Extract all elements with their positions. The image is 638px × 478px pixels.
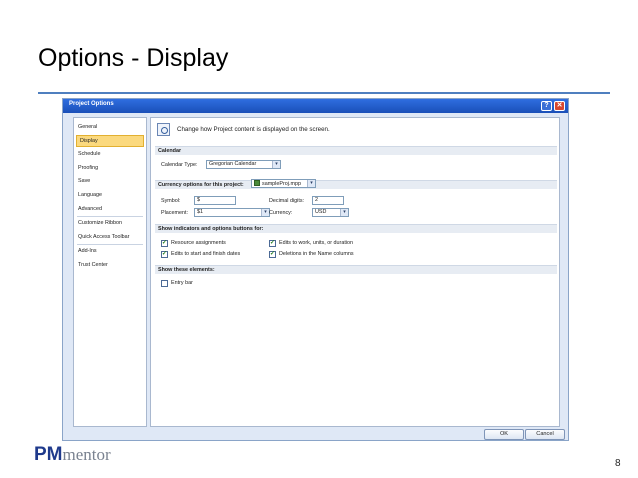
elements-section-header: Show these elements:: [155, 265, 557, 274]
symbol-label: Symbol:: [161, 198, 181, 204]
currency-label: Currency:: [269, 210, 293, 216]
nav-item-general[interactable]: General: [78, 124, 97, 130]
display-magnifier-icon: [157, 123, 170, 136]
nav-item-trust-center[interactable]: Trust Center: [78, 262, 108, 268]
ok-button[interactable]: OK: [484, 429, 524, 440]
dialog-title: Project Options: [69, 101, 114, 107]
nav-item-proofing[interactable]: Proofing: [78, 165, 98, 171]
symbol-field[interactable]: $: [194, 196, 236, 205]
indicators-section-header: Show indicators and options buttons for:: [155, 224, 557, 233]
currency-section-header: Currency options for this project:: [155, 180, 557, 189]
project-file-icon: [254, 180, 260, 186]
checkbox-entry-bar[interactable]: [161, 280, 168, 287]
cancel-button[interactable]: Cancel: [525, 429, 565, 440]
nav-item-display[interactable]: Display: [76, 135, 144, 147]
checkbox-deletions-name-columns[interactable]: ✓: [269, 251, 276, 258]
display-options-panel: Change how Project content is displayed …: [150, 117, 560, 427]
options-nav: General Display Schedule Proofing Save L…: [73, 117, 147, 427]
chevron-down-icon: ▾: [272, 161, 280, 168]
nav-separator: [77, 244, 143, 245]
label-edits-start-finish: Edits to start and finish dates: [171, 251, 241, 257]
nav-item-save[interactable]: Save: [78, 178, 90, 184]
calendar-type-label: Calendar Type:: [161, 162, 198, 168]
decimal-digits-field[interactable]: 2: [312, 196, 344, 205]
nav-item-language[interactable]: Language: [78, 192, 102, 198]
nav-item-add-ins[interactable]: Add-Ins: [78, 248, 97, 254]
nav-item-customize-ribbon[interactable]: Customize Ribbon: [78, 220, 122, 226]
project-options-dialog: Project Options ? ✕ General Display Sche…: [62, 98, 569, 441]
panel-header-text: Change how Project content is displayed …: [177, 126, 330, 133]
title-rule: [38, 92, 610, 94]
nav-separator: [77, 216, 143, 217]
nav-item-quick-access-toolbar[interactable]: Quick Access Toolbar: [78, 234, 129, 240]
chevron-down-icon: ▾: [261, 209, 269, 216]
label-deletions-name-columns: Deletions in the Name columns: [279, 251, 354, 257]
dialog-titlebar: Project Options ? ✕: [63, 99, 568, 113]
label-entry-bar: Entry bar: [171, 280, 193, 286]
close-icon[interactable]: ✕: [554, 101, 565, 111]
placement-select[interactable]: $1 ▾: [194, 208, 270, 217]
logo-pm: PM: [34, 444, 63, 465]
logo-mentor: mentor: [62, 445, 111, 464]
calendar-section-header: Calendar: [155, 146, 557, 155]
currency-select[interactable]: USD ▾: [312, 208, 349, 217]
chevron-down-icon: ▾: [307, 180, 315, 187]
checkbox-edits-start-finish[interactable]: ✓: [161, 251, 168, 258]
checkbox-edits-work-units-duration[interactable]: ✓: [269, 240, 276, 247]
nav-item-schedule[interactable]: Schedule: [78, 151, 100, 157]
currency-project-select[interactable]: sampleProj.mpp ▾: [251, 179, 316, 188]
label-edits-work-units-duration: Edits to work, units, or duration: [279, 240, 354, 246]
decimal-digits-label: Decimal digits:: [269, 198, 305, 204]
pmmentor-logo: PMmentor: [34, 444, 111, 466]
calendar-type-select[interactable]: Gregorian Calendar ▾: [206, 160, 281, 169]
label-resource-assignments: Resource assignments: [171, 240, 226, 246]
help-icon[interactable]: ?: [541, 101, 552, 111]
chevron-down-icon: ▾: [340, 209, 348, 216]
placement-label: Placement:: [161, 210, 188, 216]
checkbox-resource-assignments[interactable]: ✓: [161, 240, 168, 247]
nav-item-advanced[interactable]: Advanced: [78, 206, 102, 212]
slide-title: Options - Display: [38, 44, 229, 72]
page-number: 8: [615, 458, 621, 469]
